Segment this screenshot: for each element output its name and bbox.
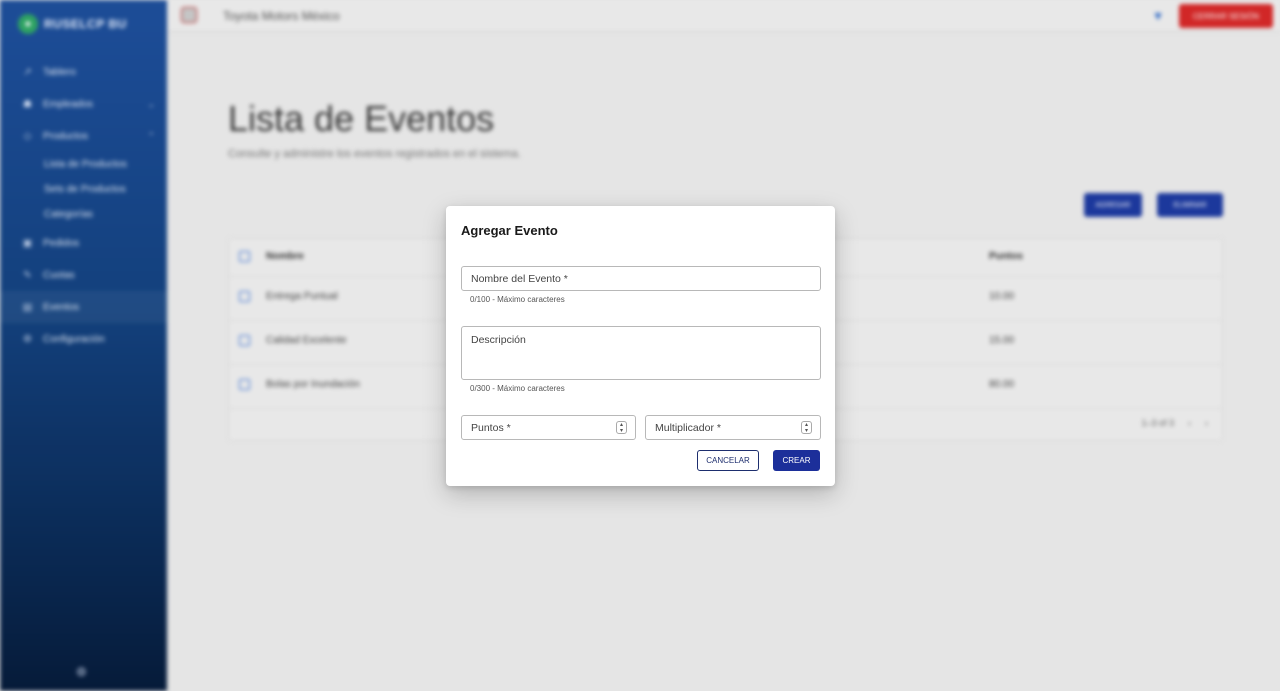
event-name-placeholder: Nombre del Evento * — [471, 273, 568, 285]
description-helper: 0/300 - Máximo caracteres — [470, 384, 565, 393]
event-name-field[interactable]: Nombre del Evento * — [461, 266, 821, 291]
dialog-title: Agregar Evento — [461, 223, 558, 238]
points-field[interactable]: Puntos * ▴ ▾ — [461, 415, 636, 440]
description-field[interactable]: Descripción — [461, 326, 821, 380]
multiplier-field[interactable]: Multiplicador * ▴ ▾ — [645, 415, 821, 440]
create-button[interactable]: CREAR — [773, 450, 820, 471]
points-placeholder: Puntos * — [471, 422, 511, 434]
cancel-button[interactable]: CANCELAR — [697, 450, 759, 471]
multiplier-placeholder: Multiplicador * — [655, 422, 721, 434]
event-name-helper: 0/100 - Máximo caracteres — [470, 295, 565, 304]
add-event-dialog: Agregar Evento Nombre del Evento * 0/100… — [446, 206, 835, 486]
points-stepper-icon[interactable]: ▴ ▾ — [616, 421, 627, 434]
description-placeholder: Descripción — [471, 334, 526, 346]
multiplier-stepper-icon[interactable]: ▴ ▾ — [801, 421, 812, 434]
